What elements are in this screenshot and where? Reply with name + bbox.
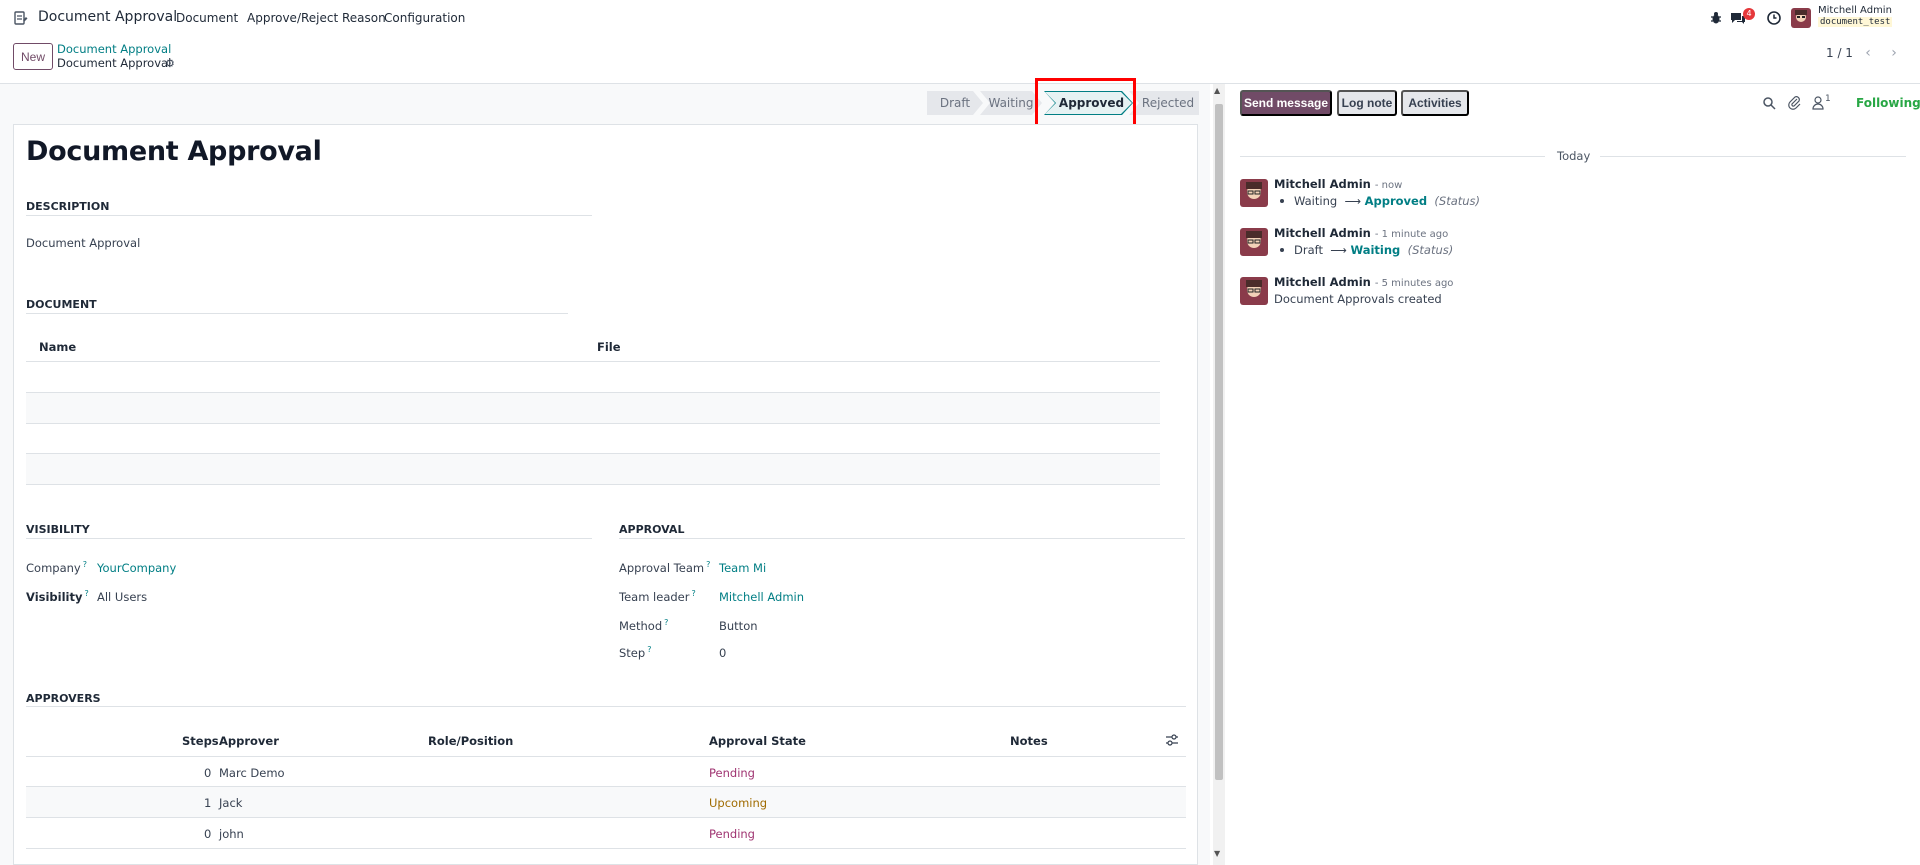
- column-role-position[interactable]: Role/Position: [428, 734, 513, 748]
- column-steps[interactable]: Steps: [182, 734, 219, 748]
- company-value[interactable]: YourCompany: [97, 561, 176, 575]
- message-avatar[interactable]: [1240, 277, 1268, 305]
- table-row: [26, 787, 1186, 817]
- message-author[interactable]: Mitchell Admin - 5 minutes ago: [1274, 275, 1453, 289]
- scroll-down-icon[interactable]: ▼: [1214, 849, 1220, 858]
- document-app-icon[interactable]: [14, 11, 28, 25]
- message-author[interactable]: Mitchell Admin - 1 minute ago: [1274, 226, 1448, 240]
- company-label: Company?: [26, 560, 87, 575]
- tracking-value: Draft ⟶ Waiting (Status): [1274, 243, 1453, 257]
- visibility-label: Visibility?: [26, 589, 89, 604]
- column-notes[interactable]: Notes: [1010, 734, 1048, 748]
- pager-next-icon[interactable]: ›: [1883, 44, 1905, 62]
- column-approval-state[interactable]: Approval State: [709, 734, 806, 748]
- search-icon[interactable]: [1762, 96, 1776, 110]
- separator-line: [26, 538, 592, 539]
- approver-name: Jack: [219, 796, 243, 810]
- database-name: document_test: [1818, 17, 1893, 27]
- new-button[interactable]: New: [13, 43, 53, 70]
- send-message-button[interactable]: Send message: [1240, 90, 1332, 116]
- table-header-line: [26, 361, 1160, 362]
- message-avatar[interactable]: [1240, 179, 1268, 207]
- scrollbar-thumb[interactable]: [1215, 104, 1223, 780]
- breadcrumb-current: Document Approval: [57, 56, 172, 70]
- gear-icon[interactable]: ⚙: [165, 57, 175, 70]
- menu-approve-reject-reason[interactable]: Approve/Reject Reason: [247, 11, 386, 25]
- tracking-value: Waiting ⟶ Approved (Status): [1274, 194, 1480, 208]
- table-row-line: [26, 423, 1160, 424]
- status-draft[interactable]: Draft: [927, 91, 983, 115]
- method-label: Method?: [619, 618, 669, 633]
- table-row-line: [26, 848, 1186, 849]
- optional-columns-icon[interactable]: [1165, 734, 1179, 746]
- day-separator: Today: [1557, 149, 1591, 163]
- separator-line: [26, 313, 568, 314]
- step-value[interactable]: 0: [719, 646, 726, 660]
- log-note-button[interactable]: Log note: [1337, 90, 1397, 116]
- approver-steps: 0: [204, 766, 212, 780]
- user-avatar[interactable]: [1791, 8, 1811, 28]
- message-body: Document Approvals created: [1274, 292, 1442, 306]
- menu-configuration[interactable]: Configuration: [384, 11, 465, 25]
- team-leader-label: Team leader?: [619, 589, 696, 604]
- pager-value[interactable]: 1 / 1: [1826, 46, 1853, 60]
- chat-badge: 4: [1743, 8, 1755, 20]
- table-row: [26, 393, 1160, 424]
- table-header-line: [26, 756, 1186, 757]
- approver-state: Upcoming: [709, 796, 768, 810]
- approval-team-label: Approval Team?: [619, 560, 711, 575]
- top-navbar: Document Approval Document Approve/Rejec…: [0, 0, 1920, 36]
- approval-header: APPROVAL: [619, 523, 685, 536]
- separator-line: [619, 538, 1185, 539]
- approver-steps: 1: [204, 796, 212, 810]
- app-name[interactable]: Document Approval: [38, 9, 177, 25]
- step-label: Step?: [619, 645, 652, 660]
- table-row: [26, 454, 1160, 485]
- document-header: DOCUMENT: [26, 298, 97, 311]
- form-sheet: [13, 124, 1198, 865]
- bug-icon[interactable]: [1709, 10, 1723, 26]
- separator-line: [26, 706, 1186, 707]
- activities-button[interactable]: Activities: [1401, 90, 1469, 116]
- separator-line: [1240, 156, 1545, 157]
- table-row-line: [26, 484, 1160, 485]
- approver-steps: 0: [204, 827, 212, 841]
- message-author[interactable]: Mitchell Admin - now: [1274, 177, 1402, 191]
- breadcrumb-parent[interactable]: Document Approval: [57, 42, 171, 56]
- followers-icon[interactable]: [1812, 96, 1824, 110]
- scroll-up-icon[interactable]: ▲: [1214, 86, 1220, 95]
- following-button[interactable]: Following: [1856, 96, 1920, 110]
- approvers-header: APPROVERS: [26, 692, 101, 705]
- separator-line: [26, 215, 592, 216]
- approver-state: Pending: [709, 766, 755, 780]
- description-value[interactable]: Document Approval: [26, 236, 140, 250]
- status-rejected[interactable]: Rejected: [1129, 91, 1199, 115]
- visibility-value[interactable]: All Users: [97, 590, 147, 604]
- table-row-line: [26, 817, 1186, 818]
- approver-name: john: [219, 827, 244, 841]
- message-avatar[interactable]: [1240, 228, 1268, 256]
- column-file[interactable]: File: [597, 340, 621, 354]
- approver-name: Marc Demo: [219, 766, 285, 780]
- followers-count[interactable]: 1: [1825, 94, 1831, 104]
- column-name[interactable]: Name: [39, 340, 76, 354]
- approver-state: Pending: [709, 827, 755, 841]
- pager-previous-icon[interactable]: ‹: [1857, 44, 1879, 62]
- paperclip-icon[interactable]: [1787, 95, 1801, 110]
- column-approver[interactable]: Approver: [219, 734, 279, 748]
- description-header: DESCRIPTION: [26, 200, 110, 213]
- record-title[interactable]: Document Approval: [26, 136, 322, 167]
- separator-line: [1600, 156, 1906, 157]
- menu-document[interactable]: Document: [176, 11, 238, 25]
- approval-team-value[interactable]: Team Mi: [719, 561, 766, 575]
- visibility-header: VISIBILITY: [26, 523, 90, 536]
- method-value[interactable]: Button: [719, 619, 758, 633]
- user-name[interactable]: Mitchell Admin: [1818, 5, 1892, 16]
- clock-icon[interactable]: [1766, 10, 1782, 26]
- team-leader-value[interactable]: Mitchell Admin: [719, 590, 804, 604]
